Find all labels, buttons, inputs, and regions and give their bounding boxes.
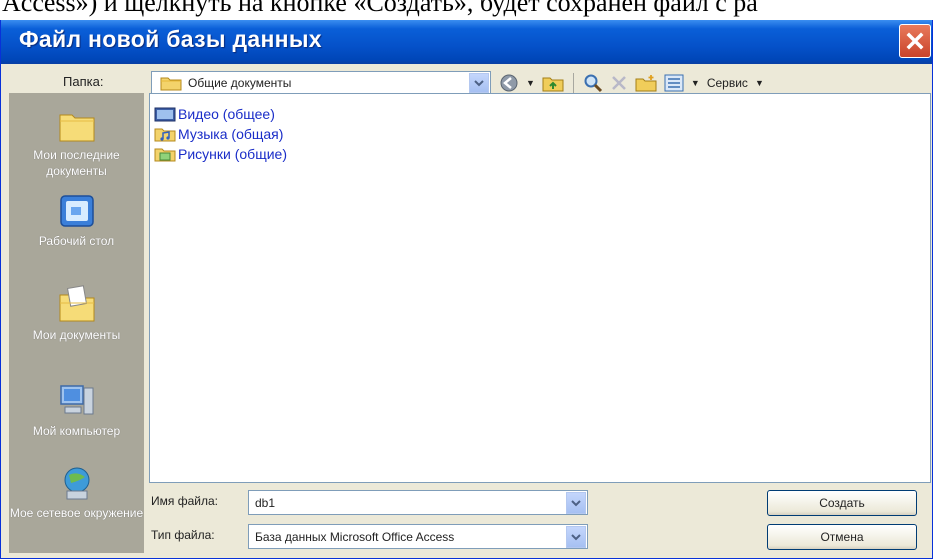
back-icon (500, 74, 518, 92)
folder-select-value: Общие документы (188, 76, 292, 90)
back-dropdown-caret[interactable]: ▼ (526, 78, 535, 88)
file-item-label: Рисунки (общие) (178, 145, 287, 162)
folder-icon (160, 77, 182, 91)
tools-menu[interactable]: Сервис (707, 76, 748, 90)
chevron-down-icon (571, 534, 581, 541)
delete-icon (612, 76, 626, 90)
place-desktop[interactable]: Рабочий стол (9, 193, 144, 249)
create-button[interactable]: Создать (767, 490, 917, 516)
place-recent-documents[interactable]: Мои последние документы (9, 107, 144, 179)
place-label: Мои последние документы (33, 148, 120, 178)
filetype-value: База данных Microsoft Office Access (255, 530, 455, 544)
document-text-strip: Access») и щелкнуть на кнопке «Создать»,… (0, 0, 933, 22)
list-item[interactable]: Видео (общее) (154, 104, 275, 123)
folder-select[interactable]: Общие документы (151, 71, 491, 95)
up-folder-icon (542, 77, 564, 92)
tools-dropdown-caret[interactable]: ▼ (755, 78, 764, 88)
views-icon (664, 74, 684, 92)
folder-select-dropdown-button[interactable] (469, 73, 489, 93)
back-button[interactable] (499, 72, 519, 94)
up-folder-button[interactable] (542, 72, 564, 94)
toolbar-separator (572, 73, 574, 93)
place-network[interactable]: Мое сетевое окружение (9, 465, 144, 521)
place-label: Рабочий стол (38, 234, 115, 248)
filename-label: Имя файла: (151, 494, 218, 508)
filetype-label: Тип файла: (151, 528, 215, 542)
delete-button[interactable] (610, 72, 628, 94)
new-database-dialog: Файл новой базы данных Папка: Общие доку… (0, 20, 933, 559)
filename-value: db1 (255, 496, 276, 510)
pictures-folder-icon (154, 148, 176, 161)
list-item[interactable]: Музыка (общая) (154, 124, 283, 143)
place-label: Мое сетевое окружение (9, 506, 144, 520)
views-button[interactable] (664, 72, 684, 94)
recent-documents-icon (59, 114, 94, 142)
file-list[interactable]: Видео (общее) Музыка (общая) Рисунки (об… (149, 93, 931, 483)
close-button[interactable] (899, 24, 931, 58)
folder-label: Папка: (63, 74, 104, 89)
place-my-computer[interactable]: Мой компьютер (9, 383, 144, 439)
document-text: Access») и щелкнуть на кнопке «Создать»,… (2, 0, 758, 17)
toolbar-buttons: ▼ ▼ Сервис ▼ (499, 71, 764, 95)
cancel-button[interactable]: Отмена (767, 524, 917, 550)
list-item[interactable]: Рисунки (общие) (154, 144, 287, 163)
chevron-down-icon (571, 500, 581, 507)
desktop-icon (59, 195, 94, 227)
filetype-dropdown-button[interactable] (566, 526, 586, 548)
new-folder-icon (635, 75, 657, 92)
search-web-icon (584, 74, 602, 93)
place-label: Мои документы (32, 328, 121, 342)
file-item-label: Музыка (общая) (178, 125, 284, 142)
filename-dropdown-button[interactable] (566, 492, 586, 514)
filename-field[interactable]: db1 (248, 490, 588, 515)
views-dropdown-caret[interactable]: ▼ (691, 78, 700, 88)
dialog-title: Файл новой базы данных (19, 26, 322, 52)
search-web-button[interactable] (583, 72, 603, 94)
chevron-down-icon (474, 80, 484, 87)
my-documents-icon (59, 285, 94, 322)
new-folder-button[interactable] (635, 72, 657, 94)
music-folder-icon (154, 128, 176, 141)
my-computer-icon (59, 385, 93, 415)
filetype-select[interactable]: База данных Microsoft Office Access (248, 524, 588, 549)
place-my-documents[interactable]: Мои документы (9, 283, 144, 343)
video-folder-icon (154, 107, 176, 121)
file-item-label: Видео (общее) (178, 105, 275, 122)
network-places-icon (64, 467, 89, 500)
title-bar[interactable]: Файл новой базы данных (1, 20, 932, 64)
close-icon (906, 32, 924, 50)
place-label: Мой компьютер (32, 424, 121, 438)
places-bar: Мои последние документы Рабочий стол Мои… (9, 93, 144, 553)
